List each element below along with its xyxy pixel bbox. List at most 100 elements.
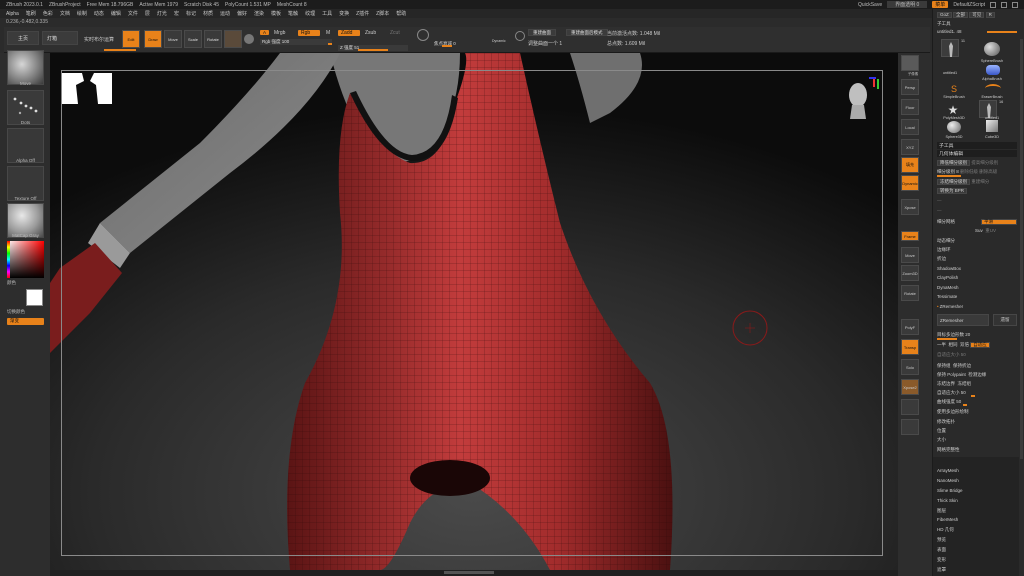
- menu-material[interactable]: 材质: [203, 10, 213, 17]
- same-button[interactable]: 相同: [949, 342, 958, 348]
- deformation-subpalette[interactable]: 变形: [937, 556, 1017, 563]
- mesh-integrity-row[interactable]: 网格完整性: [937, 446, 1017, 453]
- current-tool-slider[interactable]: untitled1. 48: [937, 28, 1017, 35]
- subpixel-icon[interactable]: [901, 55, 919, 71]
- xpose2-button[interactable]: Xpose2: [901, 379, 919, 395]
- menu-stencil[interactable]: 模板: [271, 10, 281, 17]
- scale-button[interactable]: Scale: [184, 30, 202, 48]
- switch-color-button[interactable]: 切换颜色: [7, 309, 44, 315]
- simplebrush-icon[interactable]: S: [949, 84, 959, 94]
- suv-toggle[interactable]: Suv: [975, 228, 983, 233]
- color-picker[interactable]: [7, 241, 44, 278]
- mrgb-toggle[interactable]: Mrgb: [274, 30, 285, 36]
- adaptive-size-slider-2[interactable]: 自适应大小 50: [937, 389, 1017, 396]
- solo-button[interactable]: Solo: [901, 359, 919, 375]
- lower-res-button[interactable]: 降低细分级别: [937, 159, 970, 166]
- zadd-toggle[interactable]: Zadd: [338, 30, 360, 36]
- double-button[interactable]: 双倍: [960, 342, 969, 348]
- menu-file[interactable]: 文件: [128, 10, 138, 17]
- zcut-toggle[interactable]: Zcut: [390, 30, 400, 36]
- floor-button[interactable]: Floor: [901, 99, 919, 115]
- menu-movie[interactable]: 运动: [220, 10, 230, 17]
- subtool-section-header[interactable]: 子工具: [937, 142, 1017, 149]
- menu-zscript[interactable]: Z脚本: [376, 10, 389, 17]
- sdiv-slider[interactable]: 细分级别 8: [937, 169, 959, 175]
- secondary-color-swatch[interactable]: [26, 289, 43, 306]
- keep-creases-button[interactable]: 保持折边: [953, 363, 971, 369]
- menus-button[interactable]: 菜单: [932, 1, 949, 8]
- minimize-button[interactable]: [990, 1, 996, 8]
- xpose-button[interactable]: Xpose: [901, 199, 919, 215]
- menu-tool[interactable]: 工具: [322, 10, 332, 17]
- adjust-surface-slider[interactable]: 调整曲面一个 1: [528, 40, 562, 47]
- frame-button[interactable]: Frame: [901, 231, 919, 241]
- lock-icon[interactable]: [901, 399, 919, 415]
- polyf-button[interactable]: PolyF: [901, 319, 919, 335]
- tool-thumb-spherebrush[interactable]: [984, 42, 1000, 56]
- rebuild-surface-mode-button[interactable]: 重建曲面后模式: [566, 29, 608, 36]
- dynamic-button[interactable]: Dynamic: [901, 175, 919, 191]
- keep-groups-button[interactable]: 保持组: [937, 363, 951, 369]
- rgb-toggle[interactable]: Rgb: [298, 30, 320, 36]
- quicksave-button[interactable]: QuickSave: [858, 2, 882, 8]
- menu-texture[interactable]: 纹理: [305, 10, 315, 17]
- half-button[interactable]: 一半: [937, 342, 946, 348]
- fibermesh-subpalette[interactable]: FiberMesh: [937, 516, 1017, 523]
- slime-bridge-subpalette[interactable]: Slime Bridge: [937, 487, 1017, 494]
- fill-button[interactable]: 填充: [901, 157, 919, 173]
- move-button[interactable]: Move: [164, 30, 182, 48]
- menu-document[interactable]: 文档: [60, 10, 70, 17]
- position-row[interactable]: 位置: [937, 427, 1017, 434]
- menu-zplugin[interactable]: Z插件: [356, 10, 369, 17]
- eraserbrush-icon[interactable]: [985, 84, 1001, 93]
- liveboolean-button[interactable]: 实时布尔运算: [84, 36, 114, 43]
- dynamic-subdiv-row[interactable]: 动态细分: [937, 237, 1017, 244]
- detect-edges-button[interactable]: 检测边缘: [968, 372, 986, 378]
- edge-loop-row[interactable]: 边缘环: [937, 246, 1017, 253]
- modify-topology-row[interactable]: 修改拓扑: [937, 418, 1017, 425]
- arraymesh-subpalette[interactable]: ArrayMesh: [937, 467, 1017, 474]
- menu-alpha[interactable]: Alpha: [6, 11, 19, 17]
- canvas-viewport[interactable]: [50, 53, 898, 570]
- curves-strength-slider[interactable]: 曲线强度 50: [937, 398, 1017, 405]
- persp-button[interactable]: Persp: [901, 79, 919, 95]
- legacy-button[interactable]: 遗留: [993, 314, 1017, 326]
- menu-layer[interactable]: 层: [145, 10, 150, 17]
- tool-panel-scrollbar[interactable]: [1020, 39, 1023, 459]
- brush-thumbnail[interactable]: [7, 50, 44, 85]
- convert-bpr-button[interactable]: 转换为 BPR: [937, 187, 968, 194]
- masking-subpalette[interactable]: 遮罩: [937, 566, 1017, 573]
- home-button[interactable]: 主页: [7, 31, 39, 45]
- preview-subpalette[interactable]: 预览: [937, 536, 1017, 543]
- local-button[interactable]: Local: [901, 119, 919, 135]
- dynamesh-row[interactable]: DynaMesh: [937, 284, 1017, 291]
- freeze-groups-button[interactable]: 冻结组: [958, 381, 972, 387]
- menu-macro[interactable]: 宏: [174, 10, 179, 17]
- all-button[interactable]: 全部: [953, 11, 969, 18]
- tool-thumb-untitled1[interactable]: [941, 39, 959, 57]
- bottom-scroll-handle[interactable]: [444, 571, 494, 574]
- zsub-toggle[interactable]: Zsub: [365, 30, 376, 36]
- draw-button[interactable]: Draw: [144, 30, 162, 48]
- target-polys-slider[interactable]: 目标多边形数 20: [937, 331, 1017, 338]
- tool-thumb-alphabrush[interactable]: [986, 65, 1000, 75]
- tool-thumb-cube3d[interactable]: [986, 120, 998, 132]
- a-toggle[interactable]: A: [260, 30, 270, 35]
- menu-render[interactable]: 渲染: [254, 10, 264, 17]
- rgb-intensity-slider[interactable]: Rgb 强度 100: [260, 39, 332, 45]
- menu-brush[interactable]: 笔刷: [26, 10, 36, 17]
- rebuild-surface-button[interactable]: 重建曲面: [528, 29, 556, 36]
- transparency-slider[interactable]: 界面透明 0: [887, 1, 928, 8]
- layers-subpalette[interactable]: 图层: [937, 507, 1017, 514]
- menu-stroke[interactable]: 笔触: [288, 10, 298, 17]
- visible-button[interactable]: 可见: [969, 11, 985, 18]
- tool-thumb-sphere3d[interactable]: [947, 121, 961, 133]
- menu-help[interactable]: 帮助: [396, 10, 406, 17]
- close-button[interactable]: [1012, 1, 1018, 8]
- nanomesh-subpalette[interactable]: NanoMesh: [937, 477, 1017, 484]
- zoom3d-button[interactable]: Zoom3D: [901, 265, 919, 281]
- r-button[interactable]: R: [985, 11, 995, 18]
- goz-button[interactable]: GoZ: [937, 11, 952, 18]
- zremesher-row[interactable]: • ZRemesher: [937, 303, 1017, 310]
- del-higher-button[interactable]: 删除高级: [979, 169, 997, 175]
